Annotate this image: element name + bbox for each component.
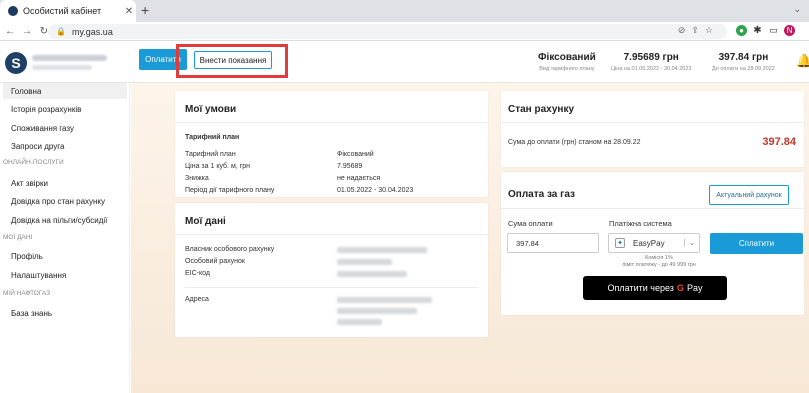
condition-label: Ціна за 1 куб. м, грн [185,163,250,170]
eic-code-label: EIC-код [185,270,210,277]
browser-tab[interactable]: Особистий кабінет ✕ [0,0,136,22]
sidebar-item-history[interactable]: Історія розрахунків [3,101,127,117]
due-label: До оплати на 28.09.2022 [712,66,775,72]
condition-value: 7.95689 [337,163,363,170]
sidebar-item-subsidy-certificate[interactable]: Довідка на пільги/субсидії [3,212,127,228]
forward-icon[interactable]: → [20,26,34,37]
mydata-title: Мої дані [185,216,226,227]
amount-input[interactable]: 397.84 [507,233,599,253]
puzzle-icon[interactable]: ✱ [752,25,763,36]
gpay-label: Pay [686,283,703,293]
tariff-plan-stat: Фіксований Вид тарифного плану [538,52,596,72]
close-tab-icon[interactable]: ✕ [122,6,136,17]
due-stat: 397.84 грн До оплати на 28.09.2022 [712,52,775,72]
amount-due-value: 397.84 [762,136,796,148]
gas-payment-card: Оплата за газ Актуальний рахунок Сума оп… [501,172,804,315]
conditions-subtitle: Тарифний план [185,134,240,141]
owner-value-redacted [337,247,427,253]
condition-value: Фіксований [337,151,374,158]
address-label: Адреса [185,296,209,303]
user-account-redacted [32,65,92,70]
lock-icon: 🔒 [56,27,66,36]
system-label: Платіжна система [609,219,672,228]
account-status-card: Стан рахунку Сума до оплати (грн) станом… [501,91,804,167]
main-content: Мої умови Тарифний план Тарифний план Фі… [131,83,809,393]
gpay-prefix: Оплатити через [607,283,674,293]
sidebar-item-profile[interactable]: Профіль [3,248,127,264]
tariff-plan-value: Фіксований [538,52,596,63]
sidebar-section-online: ОНЛАЙН-ПОСЛУГИ [3,159,64,166]
profile-avatar[interactable]: N [784,25,795,36]
omnibox-action-icons[interactable]: ⊘⇪☆ [678,25,719,36]
address-bar[interactable]: 🔒 my.gas.ua ⊘⇪☆ [48,24,727,39]
due-value: 397.84 грн [718,52,769,63]
eic-value-redacted [337,271,407,277]
tab-title: Особистий кабінет [23,6,102,16]
conditions-title: Мої умови [185,104,237,115]
condition-value: 01.05.2022 - 30.04.2023 [337,187,414,194]
new-tab-button[interactable]: + [141,2,149,18]
fee-line-1: Комісія 1% [645,255,673,261]
actual-bill-button[interactable]: Актуальний рахунок [709,185,789,205]
sidebar-section-mydata: МОЇ ДАНІ [3,234,33,241]
chevron-down-icon: ⌄ [684,239,695,247]
sidebar-item-invite[interactable]: Запроси друга [3,138,127,154]
sidebar-item-account-certificate[interactable]: Довідка про стан рахунку [3,193,127,209]
account-number-label: Особовий рахунок [185,258,245,265]
fee-line-2: ліміт платежу - до 49 999 грн [622,262,696,268]
price-value: 7.95689 грн [623,52,679,63]
conditions-card: Мої умови Тарифний план Тарифний план Фі… [175,91,488,197]
amount-due-label: Сума до оплати (грн) станом на 28.09.22 [508,139,641,146]
highlight-annotation [176,44,288,78]
tariff-plan-label: Вид тарифного плану [539,66,595,72]
condition-value: не надається [337,175,381,182]
site-favicon-icon [8,6,18,16]
payment-title: Оплата за газ [508,189,575,200]
url-text: my.gas.ua [71,26,113,37]
sidebar: Головна Історія розрахунків Споживання г… [0,83,130,393]
condition-label: Тарифний план [185,151,236,158]
condition-label: Знижка [185,175,209,182]
owner-label: Власник особового рахунку [185,246,275,253]
sidebar-section-naftogaz: МІЙ НАФТОГАЗ [3,290,51,297]
price-label: Ціна на 01.05.2022 - 30.04.2023 [611,66,692,72]
sidebar-item-consumption[interactable]: Споживання газу [3,120,127,136]
pay-now-button[interactable]: Сплатити [710,233,803,254]
easypay-icon: ✦ [615,238,625,248]
browser-toolbar: ← → ↻ 🔒 my.gas.ua ⊘⇪☆ ● ✱ ▭ N [0,22,809,41]
amount-label: Сума оплати [508,219,553,228]
google-g-icon: G [676,283,684,293]
account-value-redacted [337,259,392,265]
sidebar-item-home[interactable]: Головна [3,83,127,99]
address-line2-redacted [337,308,417,314]
condition-label: Період дії тарифного плану [185,187,275,194]
address-line1-redacted [337,297,432,303]
mydata-card: Мої дані Власник особового рахунку Особо… [175,203,488,337]
account-status-title: Стан рахунку [508,104,575,115]
naftogaz-logo-icon[interactable]: S [5,52,27,74]
notifications-bell-icon[interactable]: 🔔 [796,53,809,69]
sidebar-item-settings[interactable]: Налаштування [3,267,127,283]
sidepanel-icon[interactable]: ▭ [768,25,779,36]
google-pay-button[interactable]: Оплатити через G Pay [583,276,727,300]
address-line3-redacted [337,319,382,325]
payment-system-select[interactable]: ✦ EasyPay ⌄ [608,233,700,253]
price-stat: 7.95689 грн Ціна на 01.05.2022 - 30.04.2… [611,52,691,72]
browser-tabbar: Особистий кабінет ✕ + ⌄ [0,0,809,22]
extension-icon[interactable]: ● [736,25,747,36]
back-icon[interactable]: ← [3,26,17,37]
extensions-area: ● ✱ ▭ N [736,25,795,36]
user-name-redacted [32,55,107,61]
tab-search-chevron-icon[interactable]: ⌄ [793,4,801,15]
sidebar-item-reconciliation[interactable]: Акт звірки [3,175,127,191]
sidebar-item-knowledge-base[interactable]: База знань [3,305,127,321]
payment-system-value: EasyPay [633,238,665,248]
